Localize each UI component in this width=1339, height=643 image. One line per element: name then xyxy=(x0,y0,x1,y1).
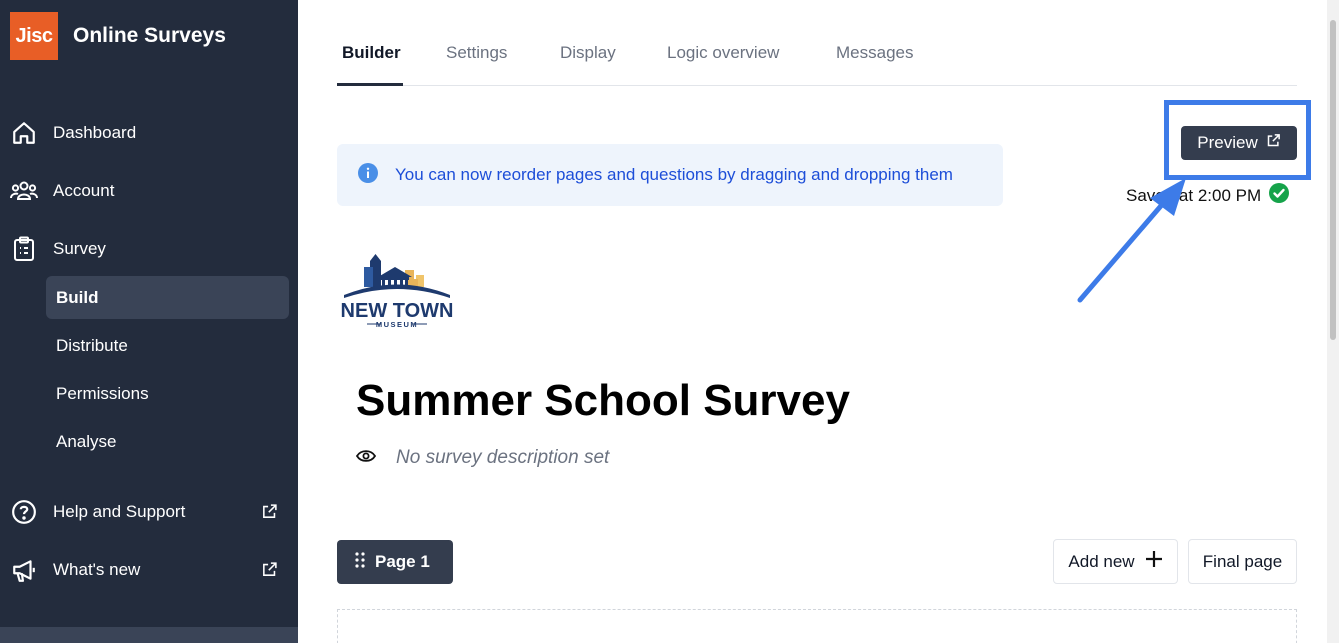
notice-text: You can now reorder pages and questions … xyxy=(395,165,953,184)
logo-sub-text: MUSEUM xyxy=(376,320,418,329)
annotation-arrow-icon xyxy=(1077,178,1186,303)
plus-icon xyxy=(1145,550,1163,573)
sidebar-footer xyxy=(0,627,298,643)
builder-tabs: Builder Settings Display Logic overview … xyxy=(337,28,1297,86)
sidebar: Jisc Online Surveys Dashboard Account Su… xyxy=(0,0,298,643)
drag-handle-icon[interactable] xyxy=(355,551,365,573)
question-circle-icon xyxy=(10,498,38,526)
survey-title[interactable]: Summer School Survey xyxy=(356,376,850,426)
sidebar-item-dashboard[interactable]: Dashboard xyxy=(10,113,290,153)
final-page-button[interactable]: Final page xyxy=(1188,539,1297,584)
scrollbar[interactable] xyxy=(1327,0,1339,643)
jisc-logo: Jisc xyxy=(10,12,58,60)
sidebar-subitem-permissions[interactable]: Permissions xyxy=(46,372,289,415)
sidebar-subitem-build[interactable]: Build xyxy=(46,276,289,319)
sidebar-subitem-distribute[interactable]: Distribute xyxy=(46,324,289,367)
tab-builder[interactable]: Builder xyxy=(342,43,401,63)
info-notice: You can now reorder pages and questions … xyxy=(337,144,1003,206)
tab-messages[interactable]: Messages xyxy=(836,43,913,63)
sidebar-item-help[interactable]: Help and Support xyxy=(10,492,290,532)
add-new-button[interactable]: Add new xyxy=(1053,539,1178,584)
external-link-icon xyxy=(261,503,278,525)
sidebar-item-account[interactable]: Account xyxy=(10,171,290,211)
sidebar-item-survey[interactable]: Survey xyxy=(10,229,290,269)
sidebar-item-label: Survey xyxy=(53,239,106,258)
brand[interactable]: Jisc Online Surveys xyxy=(10,12,226,60)
sidebar-item-whats-new[interactable]: What's new xyxy=(10,550,290,590)
megaphone-icon xyxy=(10,556,38,584)
description-placeholder: No survey description set xyxy=(396,447,610,468)
add-new-label: Add new xyxy=(1068,551,1135,571)
sidebar-item-label: What's new xyxy=(53,560,141,579)
page-label: Page 1 xyxy=(375,552,430,571)
eye-icon xyxy=(355,449,377,468)
preview-highlight-box xyxy=(1164,100,1311,180)
sidebar-item-label: Help and Support xyxy=(53,502,186,521)
sidebar-item-label: Dashboard xyxy=(53,123,137,142)
tab-display[interactable]: Display xyxy=(560,43,616,63)
survey-description[interactable]: No survey description set xyxy=(355,447,610,469)
sidebar-subitem-analyse[interactable]: Analyse xyxy=(46,420,289,463)
sidebar-item-label: Account xyxy=(53,181,115,200)
info-icon xyxy=(358,162,378,188)
home-icon xyxy=(10,119,38,147)
page-content-area xyxy=(337,609,1297,643)
check-circle-icon xyxy=(1269,183,1290,208)
page-tab[interactable]: Page 1 xyxy=(337,540,453,584)
users-icon xyxy=(10,177,38,205)
tab-logic-overview[interactable]: Logic overview xyxy=(667,43,779,63)
clipboard-icon xyxy=(10,235,38,263)
active-tab-indicator xyxy=(337,83,403,86)
external-link-icon xyxy=(261,561,278,583)
logo-main-text: NEW TOWN xyxy=(341,300,453,322)
scrollbar-thumb[interactable] xyxy=(1330,20,1336,340)
app-title: Online Surveys xyxy=(73,24,226,47)
tab-settings[interactable]: Settings xyxy=(446,43,507,63)
museum-logo: NEW TOWN MUSEUM xyxy=(341,250,453,337)
